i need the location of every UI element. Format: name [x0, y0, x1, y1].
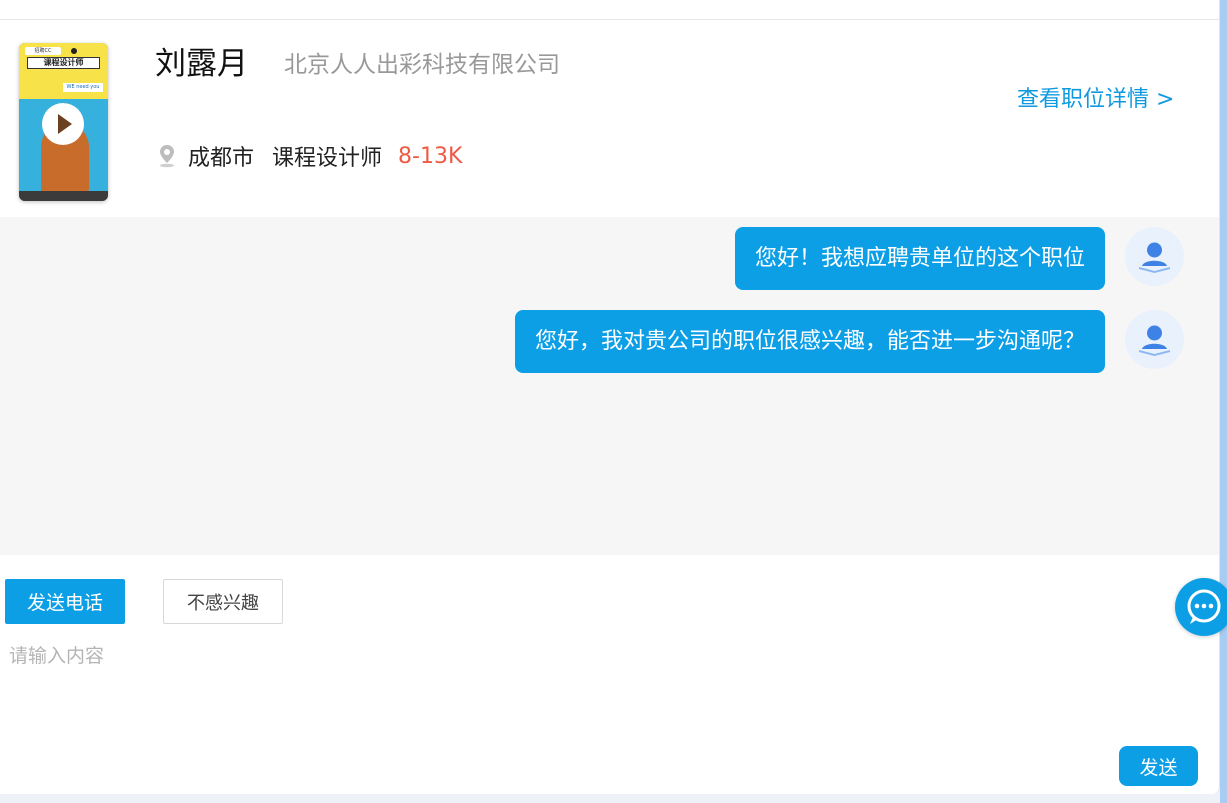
thumb-tag: 招聘CC — [25, 47, 61, 55]
thumb-title: 课程设计师 — [27, 57, 100, 69]
user-avatar-icon — [1125, 227, 1184, 286]
user-avatar-icon — [1125, 310, 1184, 369]
send-button[interactable]: 发送 — [1119, 746, 1198, 786]
chat-messages: 您好！我想应聘贵单位的这个职位 您好，我对贵公司的职位很感兴趣，能否进一步沟通呢… — [0, 217, 1219, 555]
message-input[interactable] — [0, 637, 1100, 737]
play-icon[interactable] — [42, 103, 84, 145]
job-city: 成都市 — [188, 146, 255, 171]
thumb-badge: WE need you — [63, 83, 103, 92]
job-salary: 8-13K — [398, 143, 463, 169]
location-pin-icon — [160, 145, 174, 168]
job-video-thumbnail[interactable]: 招聘CC 课程设计师 WE need you — [19, 43, 108, 201]
chat-window: 招聘CC 课程设计师 WE need you 刘露月 北京人人出彩科技有限公司 … — [0, 0, 1220, 794]
chat-bubble-icon[interactable] — [1175, 578, 1227, 636]
job-info-row: 成都市 课程设计师 8-13K — [158, 141, 462, 171]
send-phone-button[interactable]: 发送电话 — [5, 579, 125, 624]
job-title: 课程设计师 — [272, 146, 383, 171]
composer: 发送电话 不感兴趣 发送 — [0, 555, 1219, 794]
window-edge — [1220, 0, 1227, 803]
not-interested-button[interactable]: 不感兴趣 — [163, 579, 283, 624]
job-header: 招聘CC 课程设计师 WE need you 刘露月 北京人人出彩科技有限公司 … — [0, 20, 1219, 217]
company-name: 北京人人出彩科技有限公司 — [284, 52, 560, 78]
recruiter-name: 刘露月 — [155, 46, 248, 82]
view-job-detail-link[interactable]: 查看职位详情 > — [1017, 85, 1174, 115]
message-bubble: 您好！我想应聘贵单位的这个职位 — [734, 227, 1105, 290]
message-bubble: 您好，我对贵公司的职位很感兴趣，能否进一步沟通呢？ — [514, 310, 1105, 373]
